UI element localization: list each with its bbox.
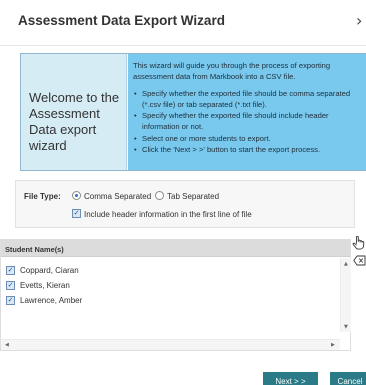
horizontal-scrollbar[interactable]: ◀ ▶ xyxy=(1,339,340,350)
instructions-list: Specify whether the exported file should… xyxy=(133,88,366,156)
welcome-panel: Welcome to the Assessment Data export wi… xyxy=(21,54,127,170)
clear-backspace-icon[interactable] xyxy=(353,255,366,266)
tab-separated-radio[interactable] xyxy=(155,191,164,200)
instructions-panel: This wizard will guide you through the p… xyxy=(128,54,366,170)
students-grid: Student Name(s) ✓ Coppard, Ciaran ✓ Evet… xyxy=(0,239,351,351)
scroll-down-icon[interactable]: ▼ xyxy=(344,324,348,330)
scroll-left-icon[interactable]: ◀ xyxy=(5,342,9,348)
close-icon[interactable]: › xyxy=(356,11,362,30)
student-checkbox[interactable]: ✓ xyxy=(6,266,15,275)
cancel-button[interactable]: Cancel xyxy=(330,372,366,385)
instruction-item: Select one or more students to export. xyxy=(133,133,366,145)
instruction-item: Click the 'Next > >' button to start the… xyxy=(133,144,366,156)
include-header-label[interactable]: Include header information in the first … xyxy=(84,210,252,219)
scroll-right-icon[interactable]: ▶ xyxy=(331,342,335,348)
student-checkbox[interactable]: ✓ xyxy=(6,281,15,290)
dialog-header: Assessment Data Export Wizard › xyxy=(0,0,366,46)
student-name: Coppard, Ciaran xyxy=(20,266,79,275)
welcome-banner: Welcome to the Assessment Data export wi… xyxy=(20,53,366,171)
scroll-up-icon[interactable]: ▲ xyxy=(344,261,348,267)
next-button[interactable]: Next > > xyxy=(263,372,318,385)
welcome-heading: Welcome to the Assessment Data export wi… xyxy=(29,90,120,153)
hand-pointer-icon[interactable] xyxy=(352,236,365,250)
instruction-item: Specify whether the exported file should… xyxy=(133,110,366,133)
comma-separated-radio[interactable] xyxy=(72,191,81,200)
tab-separated-label[interactable]: Tab Separated xyxy=(167,192,219,201)
vertical-scrollbar[interactable]: ▲ ▼ xyxy=(340,258,351,332)
comma-separated-label[interactable]: Comma Separated xyxy=(84,192,151,201)
student-name: Lawrence, Amber xyxy=(20,296,83,305)
student-checkbox[interactable]: ✓ xyxy=(6,296,15,305)
instructions-intro: This wizard will guide you through the p… xyxy=(133,61,331,82)
instruction-item: Specify whether the exported file should… xyxy=(133,88,366,111)
file-type-label: File Type: xyxy=(24,192,61,201)
student-name-column-header[interactable]: Student Name(s) xyxy=(1,240,350,257)
include-header-checkbox[interactable]: ✓ xyxy=(72,209,81,218)
dialog-title: Assessment Data Export Wizard xyxy=(18,13,225,28)
student-name: Evetts, Kieran xyxy=(20,281,70,290)
file-type-panel: File Type: Comma Separated Tab Separated… xyxy=(15,180,355,228)
